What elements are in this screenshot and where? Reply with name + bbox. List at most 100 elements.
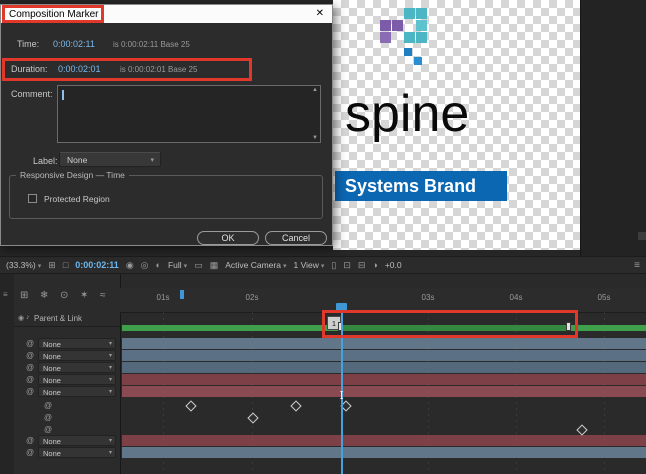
text-caret [62, 90, 64, 100]
parent-dropdown[interactable]: None ▾ [38, 362, 116, 373]
layer-row: @ None▾ [14, 386, 120, 397]
timeline-left-strip [0, 274, 15, 474]
layer-duration-bar[interactable] [122, 435, 646, 446]
close-icon[interactable]: ✕ [316, 8, 324, 20]
layer-row: @ None ▾ [14, 374, 120, 385]
layer-duration-bar[interactable] [122, 386, 646, 397]
layer-duration-bar[interactable] [122, 338, 646, 349]
time-gridline [252, 312, 253, 474]
parent-dropdown[interactable]: None▾ [38, 386, 116, 397]
duration-label: Duration: [11, 64, 48, 74]
pick-whip-icon[interactable]: @ [26, 375, 34, 384]
ok-button[interactable]: OK [197, 231, 259, 245]
after-effects-app: spine Systems Brand (33.3%)▾⊞□0:00:02:11… [0, 0, 646, 474]
pick-whip-icon[interactable]: @ [26, 339, 34, 348]
audio-column-icon[interactable]: ♪ [26, 314, 30, 321]
chevron-down-icon: ▾ [109, 340, 112, 347]
chevron-down-icon: ▾ [109, 364, 112, 371]
ruler-tick-label: 04s [510, 293, 523, 302]
layer-duration-bar[interactable] [122, 447, 646, 458]
pick-whip-icon[interactable]: @ [26, 363, 34, 372]
parent-dropdown-value: None [43, 388, 61, 397]
timeline-toggle-icon[interactable]: ❄ [40, 290, 48, 301]
protected-region-checkbox[interactable] [28, 194, 37, 203]
chevron-down-icon: ▾ [109, 449, 112, 456]
label-dropdown[interactable]: None ▾ [59, 152, 161, 167]
timeline-toggle-icon[interactable]: ✶ [80, 290, 88, 301]
time-ruler[interactable]: 01s 02s 03s 04s 05s [120, 288, 646, 313]
playhead-handle[interactable] [336, 303, 347, 312]
layer-row: @ None ▾ [14, 350, 120, 361]
time-info: is 0:00:02:11 Base 25 [113, 40, 190, 49]
parent-dropdown[interactable]: None ▾ [38, 374, 116, 385]
parent-dropdown[interactable]: None ▾ [38, 350, 116, 361]
parent-dropdown[interactable]: None▾ [38, 338, 116, 349]
layer-duration-bar[interactable] [122, 362, 646, 373]
responsive-design-group: Responsive Design — Time Protected Regio… [9, 175, 323, 219]
keyframe-diamond[interactable] [247, 412, 258, 423]
keyframe-diamond[interactable] [290, 400, 301, 411]
label-dropdown-value: None [67, 155, 87, 165]
keyframe-diamond[interactable] [185, 400, 196, 411]
layer-row: @ None▾ [14, 338, 120, 349]
cancel-button[interactable]: Cancel [265, 231, 327, 245]
timeline-toggle-icon[interactable]: ≈ [100, 290, 106, 301]
parent-dropdown-value: None [43, 364, 61, 373]
marker-duration-region[interactable] [341, 325, 569, 331]
parent-dropdown[interactable]: None▾ [38, 435, 116, 446]
protected-region-label: Protected Region [44, 194, 110, 204]
ruler-marker[interactable] [180, 290, 184, 299]
parent-dropdown-value: None [43, 449, 61, 458]
layer-duration-bar[interactable] [122, 374, 646, 385]
video-column-icon[interactable]: ◉ [18, 314, 24, 322]
keyframe-diamond[interactable] [576, 424, 587, 435]
comment-input[interactable]: ▲ ▼ [57, 85, 321, 143]
timeline-toggle-icon[interactable]: ⊞ [20, 290, 28, 301]
layer-row: @ None▾ [14, 435, 120, 446]
label-label: Label: [33, 156, 58, 166]
composition-marker-dialog: Composition Marker ✕ Time: 0:00:02:11 is… [0, 4, 333, 246]
marker-end-handle[interactable] [566, 322, 571, 331]
layer-row: @ [14, 400, 120, 411]
ruler-tick-label: 02s [246, 293, 259, 302]
time-gridline [163, 312, 164, 474]
chevron-down-icon: ▾ [109, 376, 112, 383]
duration-info: is 0:00:02:01 Base 25 [120, 65, 197, 74]
layer-row: @ None ▾ [14, 447, 120, 458]
pick-whip-icon[interactable]: @ [26, 387, 34, 396]
pick-whip-icon[interactable]: @ [44, 413, 52, 422]
time-label: Time: [17, 39, 39, 49]
chevron-down-icon: ▾ [109, 352, 112, 359]
layer-row: @ None ▾ [14, 362, 120, 373]
ruler-tick-label: 05s [598, 293, 611, 302]
time-value[interactable]: 0:00:02:11 [53, 39, 95, 49]
pick-whip-icon[interactable]: @ [26, 351, 34, 360]
chevron-down-icon: ▾ [150, 156, 154, 164]
timeline-options-icon[interactable]: ≡ [3, 290, 8, 299]
pick-whip-icon[interactable]: @ [44, 425, 52, 434]
scroll-down-icon[interactable]: ▼ [312, 135, 318, 141]
ruler-tick-label: 03s [422, 293, 435, 302]
parent-dropdown-value: None [43, 376, 61, 385]
scroll-up-icon[interactable]: ▲ [312, 87, 318, 93]
time-gridline [604, 312, 605, 474]
parent-dropdown-value: None [43, 437, 61, 446]
duration-value[interactable]: 0:00:02:01 [58, 64, 101, 74]
timeline-toggle-icon[interactable]: ⊙ [60, 290, 68, 301]
text-cursor-icon: I [337, 390, 346, 401]
dialog-title-bar[interactable]: Composition Marker ✕ [1, 5, 332, 23]
pick-whip-icon[interactable]: @ [26, 448, 34, 457]
parent-dropdown[interactable]: None ▾ [38, 447, 116, 458]
layer-row: @ [14, 424, 120, 435]
pick-whip-icon[interactable]: @ [44, 401, 52, 410]
responsive-design-title: Responsive Design — Time [16, 170, 129, 180]
parent-dropdown-value: None [43, 352, 61, 361]
time-gridline [516, 312, 517, 474]
comment-label: Comment: [11, 89, 53, 99]
pick-whip-icon[interactable]: @ [26, 436, 34, 445]
ruler-tick-label: 01s [157, 293, 170, 302]
layer-row: @ [14, 412, 120, 423]
layer-duration-bar[interactable] [122, 350, 646, 361]
parent-link-header[interactable]: Parent & Link [34, 314, 82, 323]
time-gridline [428, 312, 429, 474]
